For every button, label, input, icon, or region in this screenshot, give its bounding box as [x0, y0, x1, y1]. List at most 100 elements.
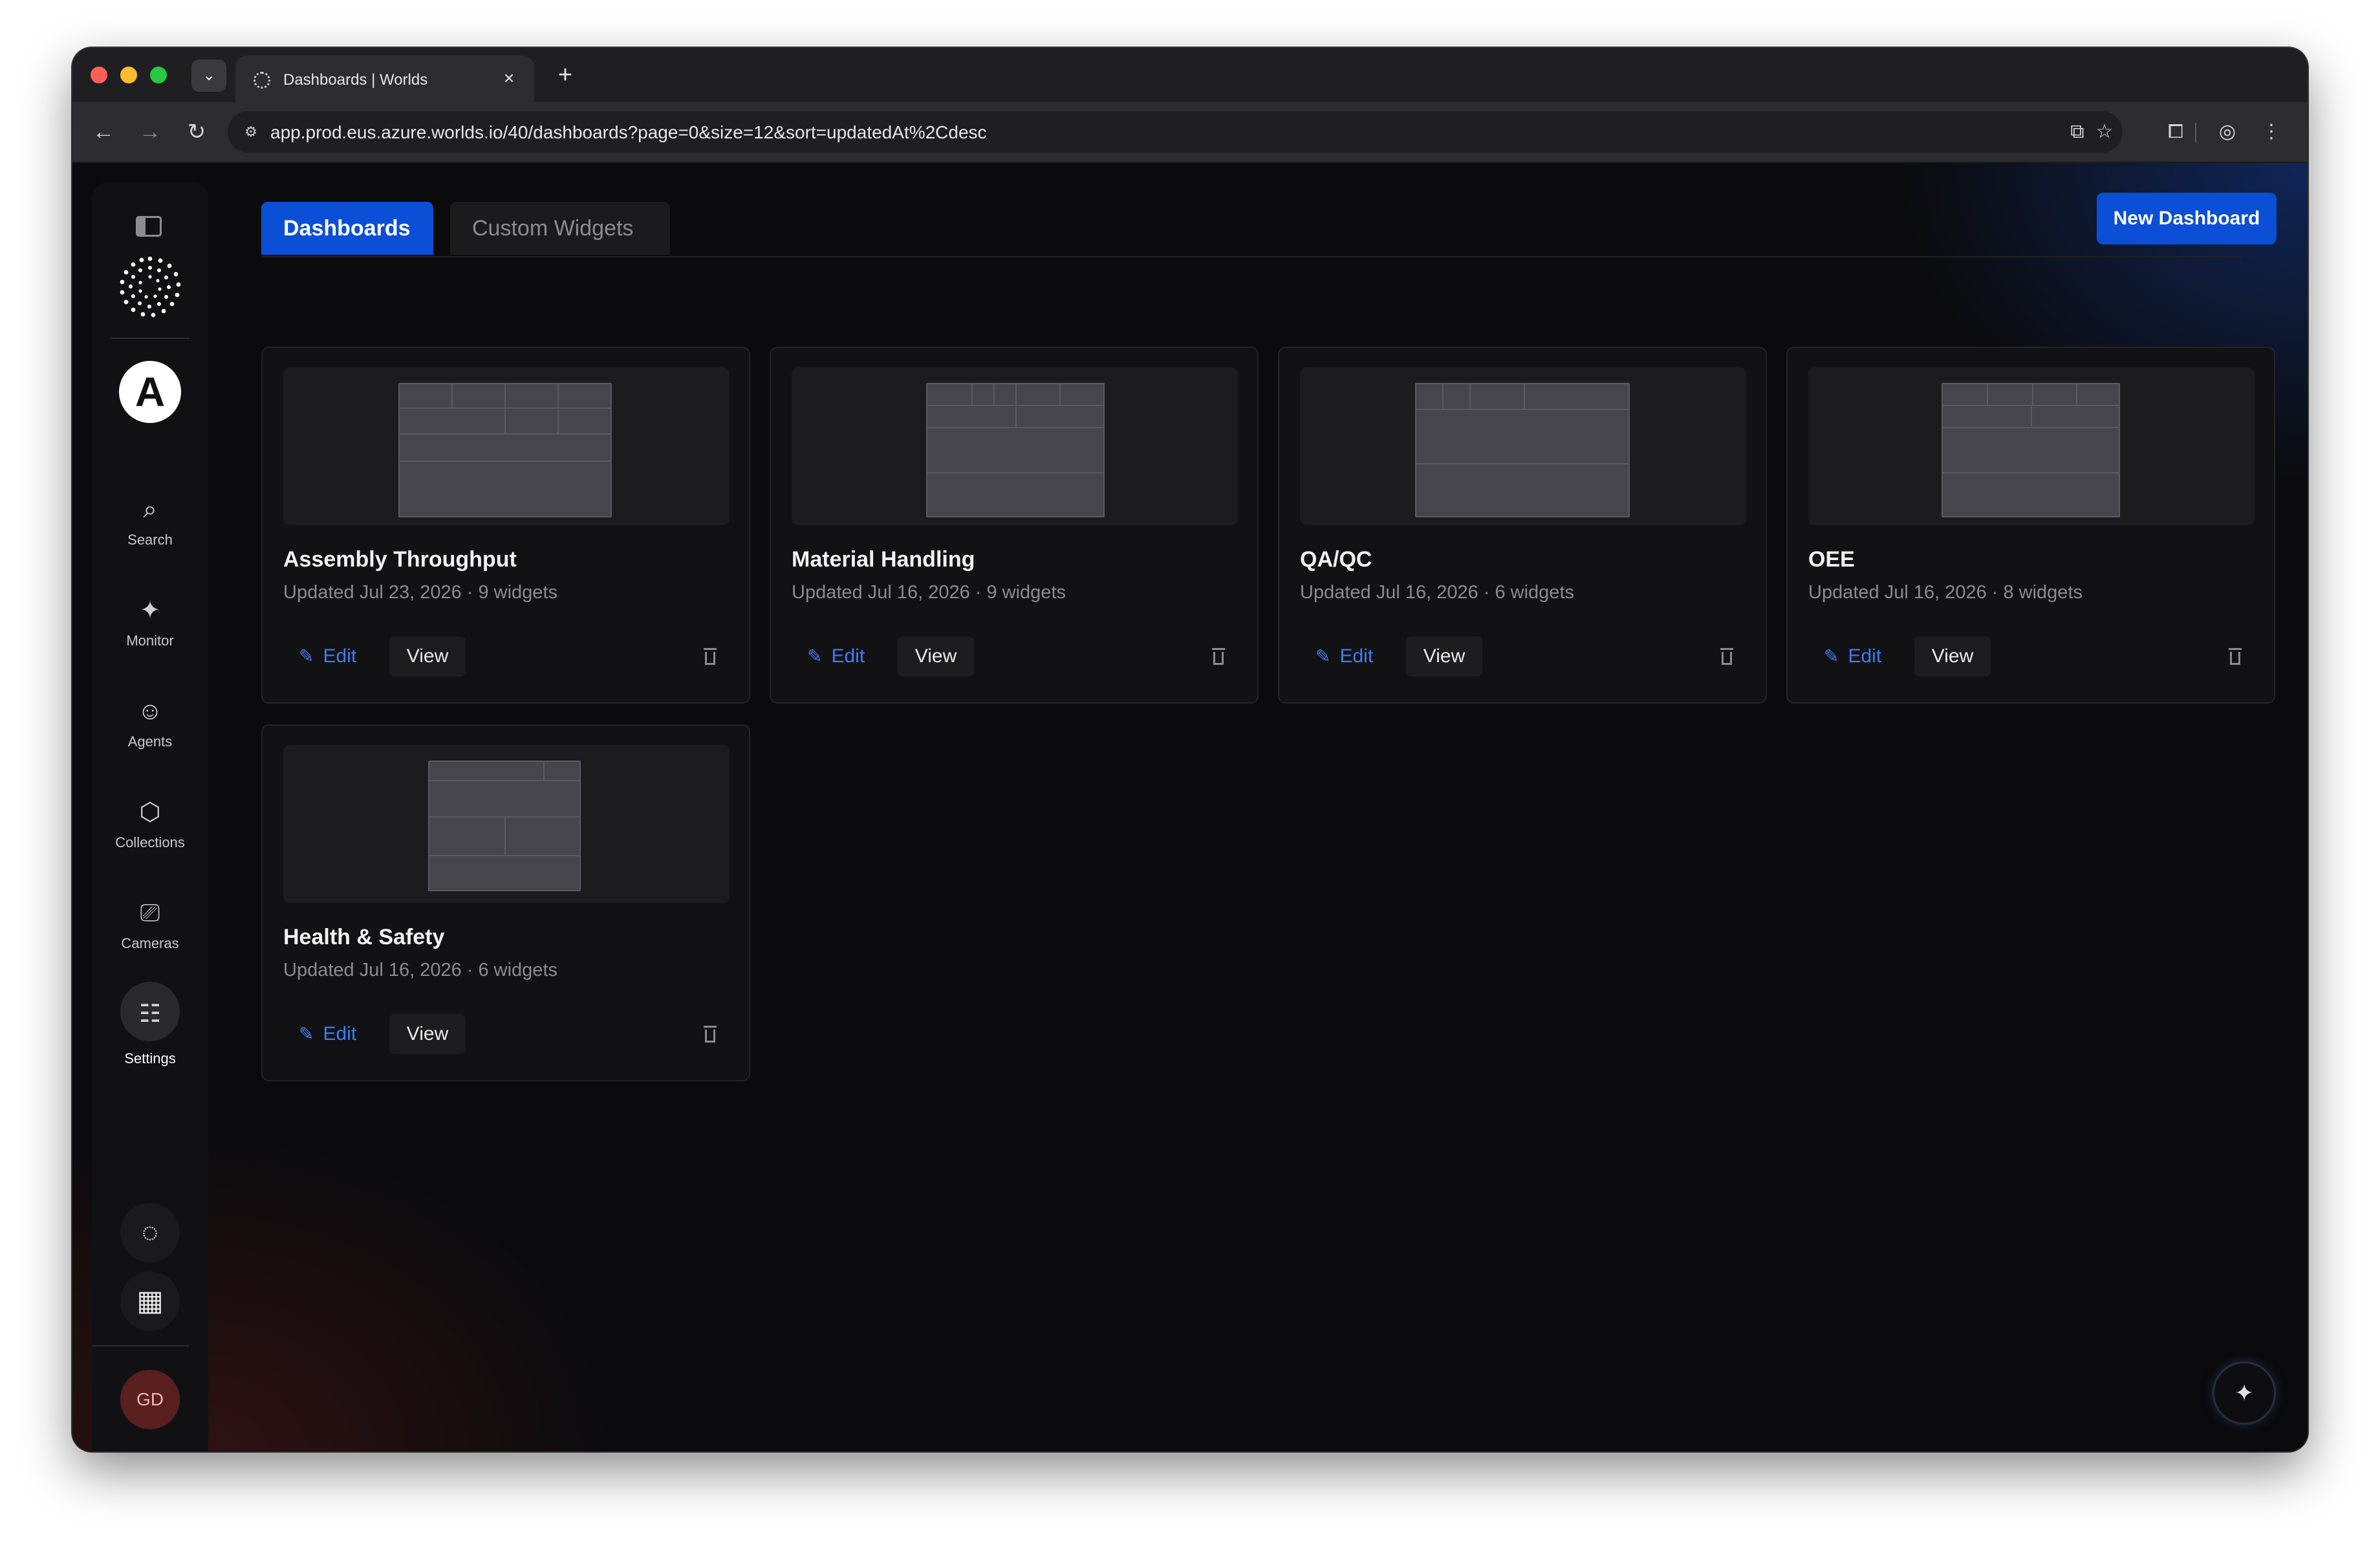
dashboard-card[interactable]: QA/QC Updated Jul 16, 2026 · 6 widgets ✎… — [1278, 347, 1767, 704]
tab-search-button[interactable]: ⌄ — [191, 60, 226, 92]
dashboard-card[interactable]: Material Handling Updated Jul 16, 2026 ·… — [770, 347, 1259, 704]
sidebar-item-label: Collections — [115, 834, 185, 850]
reload-button[interactable]: ↻ — [182, 118, 211, 146]
user-avatar[interactable]: GD — [120, 1370, 180, 1429]
dashboard-meta: Updated Jul 16, 2026 · 6 widgets — [1300, 582, 1574, 603]
dashboard-card[interactable]: OEE Updated Jul 16, 2026 · 8 widgets ✎ Ed… — [1786, 347, 2275, 704]
edit-button[interactable]: ✎ Edit — [1300, 635, 1389, 678]
sidebar-item-settings[interactable]: ☷ Settings — [92, 982, 208, 1076]
dashboard-thumbnail — [283, 745, 730, 903]
trash-icon[interactable] — [2223, 644, 2247, 670]
close-window-button[interactable] — [91, 67, 107, 83]
dashboard-title[interactable]: Assembly Throughput — [283, 547, 517, 572]
sidebar-item-collections[interactable]: ⬡ Collections — [92, 797, 208, 874]
view-button[interactable]: View — [1406, 636, 1482, 676]
edit-button[interactable]: ✎ Edit — [283, 635, 372, 678]
pencil-icon: ✎ — [807, 646, 823, 666]
dashboard-title[interactable]: QA/QC — [1300, 547, 1372, 572]
browser-toolbar: ← → ↻ ⚙ app.prod.eus.azure.worlds.io/40/… — [72, 102, 2308, 163]
address-bar[interactable]: ⚙ app.prod.eus.azure.worlds.io/40/dashbo… — [228, 111, 2123, 153]
new-tab-button[interactable]: + — [551, 61, 579, 89]
reload-icon: ↻ — [187, 120, 206, 144]
minimize-window-button[interactable] — [120, 67, 137, 83]
arrow-right-icon: → — [139, 120, 161, 144]
dashboard-card[interactable]: Health & Safety Updated Jul 16, 2026 · 6… — [261, 724, 750, 1081]
tab-close-button[interactable]: × — [498, 67, 520, 89]
pencil-icon: ✎ — [1315, 646, 1331, 666]
url-text[interactable]: app.prod.eus.azure.worlds.io/40/dashboar… — [270, 122, 987, 143]
bookmark-star-icon[interactable]: ☆ — [2090, 118, 2119, 146]
brand-logo — [120, 256, 181, 318]
back-button[interactable]: ← — [89, 118, 118, 146]
edit-label: Edit — [1339, 645, 1374, 667]
layout-preview — [398, 383, 612, 517]
edit-label: Edit — [831, 645, 865, 667]
view-button[interactable]: View — [389, 636, 466, 676]
view-button[interactable]: View — [389, 1014, 466, 1054]
site-info-icon[interactable]: ⚙ — [239, 120, 263, 144]
edit-button[interactable]: ✎ Edit — [792, 635, 880, 678]
main-tabs: Dashboards Custom Widgets — [261, 202, 2243, 257]
dashboard-title[interactable]: OEE — [1808, 547, 1855, 572]
edit-label: Edit — [323, 1023, 357, 1044]
pencil-icon: ✎ — [299, 646, 314, 666]
cube-icon: ⬡ — [139, 799, 161, 826]
camera-icon: ⎚ — [140, 900, 160, 927]
view-button[interactable]: View — [1914, 636, 1991, 676]
edit-button[interactable]: ✎ Edit — [1808, 635, 1897, 678]
browser-tab[interactable]: Dashboards | Worlds × — [235, 56, 534, 102]
app-root: A ⌕ Search ✦ Monitor ☺ Agents ⬡ Collecti… — [72, 163, 2308, 1451]
robot-icon: ☺ — [137, 698, 163, 725]
sidebar-item-label: Search — [127, 532, 173, 548]
dashboard-thumbnail — [1808, 367, 2255, 525]
more-menu-icon[interactable]: ⋮ — [2257, 118, 2286, 146]
sidebar-divider — [111, 338, 189, 339]
tab-custom-widgets[interactable]: Custom Widgets — [450, 202, 670, 255]
profile-icon[interactable]: ◎ — [2213, 118, 2242, 146]
search-icon: ⌕ — [143, 496, 157, 523]
layout-preview — [1415, 383, 1630, 517]
trash-icon[interactable] — [1715, 644, 1738, 670]
trash-icon[interactable] — [1207, 644, 1230, 670]
dashboard-title[interactable]: Material Handling — [792, 547, 975, 572]
view-button[interactable]: View — [898, 636, 974, 676]
trash-icon[interactable] — [698, 1022, 722, 1048]
edit-button[interactable]: ✎ Edit — [283, 1013, 372, 1055]
refresh-icon[interactable]: ◌ — [120, 1203, 180, 1262]
org-logo[interactable]: A — [119, 361, 181, 423]
sidebar-item-label: Settings — [124, 1050, 176, 1066]
dashboard-card[interactable]: Assembly Throughput Updated Jul 23, 2026… — [261, 347, 750, 704]
toolbar-divider — [2195, 123, 2196, 142]
pencil-icon: ✎ — [1824, 646, 1839, 666]
ai-assistant-button[interactable]: ✦ — [2214, 1363, 2274, 1423]
dashboard-title[interactable]: Health & Safety — [283, 925, 444, 950]
sidebar-item-monitor[interactable]: ✦ Monitor — [92, 595, 208, 673]
edit-label: Edit — [323, 645, 357, 667]
install-app-icon[interactable]: ⧉ — [2063, 118, 2092, 146]
layout-preview — [1942, 383, 2120, 517]
sidebar-toggle-icon[interactable] — [136, 216, 162, 237]
extensions-icon[interactable]: ⧠ — [2161, 118, 2190, 146]
favicon-icon — [254, 72, 270, 89]
building-icon[interactable]: ▦ — [120, 1271, 180, 1331]
sidebar-item-cameras[interactable]: ⎚ Cameras — [92, 898, 208, 975]
forward-button[interactable]: → — [136, 118, 164, 146]
dashboard-meta: Updated Jul 16, 2026 · 8 widgets — [1808, 582, 2082, 603]
sidebar-item-label: Agents — [127, 733, 173, 750]
new-dashboard-button[interactable]: New Dashboard — [2097, 193, 2277, 244]
sidebar-item-label: Cameras — [121, 935, 179, 951]
edit-label: Edit — [1848, 645, 1882, 667]
dashboard-thumbnail — [283, 367, 730, 525]
sidebar-item-agents[interactable]: ☺ Agents — [92, 696, 208, 774]
pencil-icon: ✎ — [299, 1024, 314, 1044]
trash-icon[interactable] — [698, 644, 722, 670]
sidebar-item-search[interactable]: ⌕ Search — [92, 494, 208, 572]
layout-preview — [926, 383, 1105, 517]
sidebar-divider — [92, 1345, 189, 1347]
tab-dashboards[interactable]: Dashboards — [261, 202, 433, 255]
dashboard-meta: Updated Jul 16, 2026 · 9 widgets — [792, 582, 1066, 603]
browser-window: ⌄ Dashboards | Worlds × + ← → ↻ ⚙ app.pr… — [72, 48, 2308, 1451]
chevron-down-icon: ⌄ — [202, 67, 216, 84]
maximize-window-button[interactable] — [150, 67, 167, 83]
layout-preview — [428, 761, 581, 895]
